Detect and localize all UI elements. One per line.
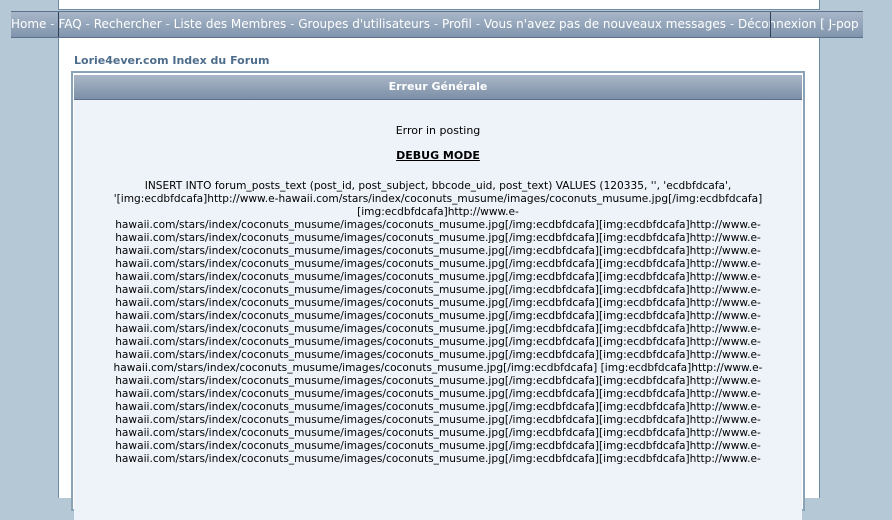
- error-panel: Erreur Générale Error in posting DEBUG M…: [71, 71, 805, 520]
- sql-line: hawaii.com/stars/index/coconuts_musume/i…: [115, 258, 761, 270]
- nav-messages-link[interactable]: Vous n'avez pas de nouveaux messages: [484, 17, 726, 31]
- error-message: Error in posting: [395, 124, 481, 137]
- sql-line: [img:ecdbfdcafa]http://www.e-: [357, 206, 519, 218]
- error-panel-title: Erreur Générale: [74, 75, 802, 100]
- sql-line: hawaii.com/stars/index/coconuts_musume/i…: [115, 414, 761, 426]
- nav-separator: -: [85, 17, 90, 31]
- nav-logout-link[interactable]: Déconnexion [ J-pop idol ]: [738, 17, 863, 31]
- sql-line: hawaii.com/stars/index/coconuts_musume/i…: [115, 310, 761, 322]
- sql-line: hawaii.com/stars/index/coconuts_musume/i…: [115, 375, 761, 387]
- nav-left-divider: [58, 12, 59, 37]
- sql-line: hawaii.com/stars/index/coconuts_musume/i…: [115, 388, 761, 400]
- nav-items: Home - FAQ - Rechercher - Liste des Memb…: [11, 12, 863, 37]
- sql-line: hawaii.com/stars/index/coconuts_musume/i…: [115, 219, 761, 231]
- sql-line: hawaii.com/stars/index/coconuts_musume/i…: [115, 440, 761, 452]
- sql-line: '[img:ecdbfdcafa]http://www.e-hawaii.com…: [113, 193, 763, 205]
- nav-separator: -: [433, 17, 439, 31]
- forum-index-link[interactable]: Lorie4ever.com Index du Forum: [74, 54, 269, 67]
- sql-line: hawaii.com/stars/index/coconuts_musume/i…: [115, 232, 761, 244]
- nav-separator: -: [729, 17, 735, 31]
- nav-right-divider: [770, 12, 771, 37]
- sql-line: INSERT INTO forum_posts_text (post_id, p…: [144, 180, 732, 192]
- sql-line: hawaii.com/stars/index/coconuts_musume/i…: [115, 323, 761, 335]
- nav-profile-link[interactable]: Profil: [442, 17, 472, 31]
- nav-usergroups-link[interactable]: Groupes d'utilisateurs: [298, 17, 430, 31]
- nav-separator: -: [290, 17, 295, 31]
- sql-line: hawaii.com/stars/index/coconuts_musume/i…: [115, 349, 761, 361]
- sql-line: hawaii.com/stars/index/coconuts_musume/i…: [115, 336, 761, 348]
- nav-separator: -: [165, 17, 170, 31]
- nav-bar: Home - FAQ - Rechercher - Liste des Memb…: [11, 11, 863, 38]
- sql-line: hawaii.com/stars/index/coconuts_musume/i…: [115, 284, 761, 296]
- sql-line: hawaii.com/stars/index/coconuts_musume/i…: [115, 427, 761, 439]
- nav-separator: -: [50, 17, 55, 31]
- nav-search-link[interactable]: Rechercher: [94, 17, 162, 31]
- sql-line: hawaii.com/stars/index/coconuts_musume/i…: [115, 271, 761, 283]
- debug-mode-label: DEBUG MODE: [396, 149, 480, 162]
- page-container: Lorie4ever.com Index du Forum Erreur Gén…: [58, 38, 820, 520]
- error-panel-body: Error in posting DEBUG MODE INSERT INTO …: [74, 100, 802, 520]
- top-strip: [0, 0, 892, 10]
- sql-line: hawaii.com/stars/index/coconuts_musume/i…: [115, 453, 761, 465]
- sql-line: hawaii.com/stars/index/coconuts_musume/i…: [113, 362, 763, 374]
- sql-line: hawaii.com/stars/index/coconuts_musume/i…: [115, 297, 761, 309]
- nav-separator: -: [475, 17, 481, 31]
- nav-memberlist-link[interactable]: Liste des Membres: [174, 17, 287, 31]
- sql-debug-text: INSERT INTO forum_posts_text (post_id, p…: [74, 180, 802, 466]
- nav-faq-link[interactable]: FAQ: [58, 17, 81, 31]
- sql-line: hawaii.com/stars/index/coconuts_musume/i…: [115, 245, 761, 257]
- sql-line: hawaii.com/stars/index/coconuts_musume/i…: [115, 401, 761, 413]
- top-page-edge: [58, 0, 820, 10]
- nav-home-link[interactable]: Home: [11, 17, 46, 31]
